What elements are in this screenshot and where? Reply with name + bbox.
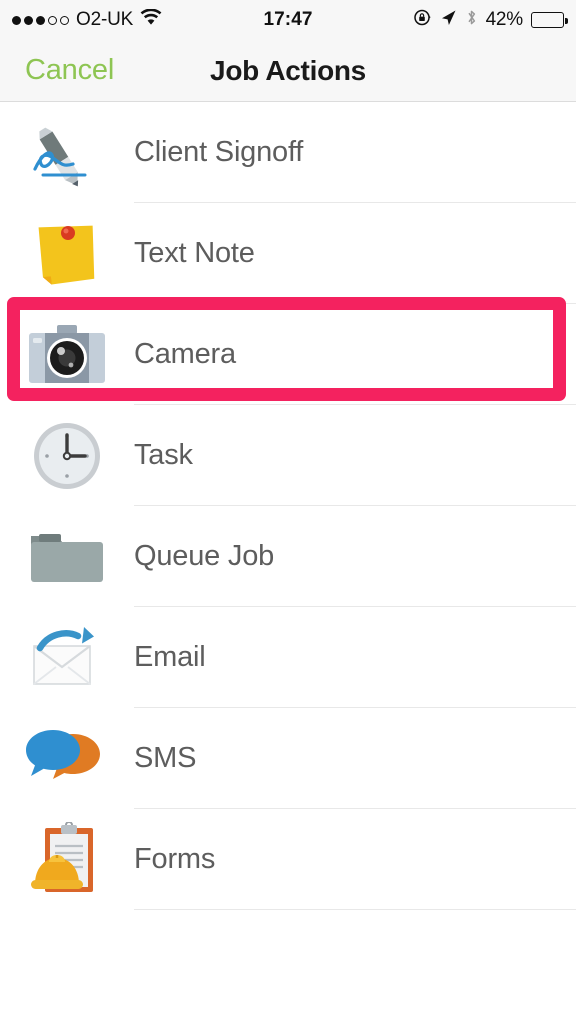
envelope-send-icon [0, 626, 134, 690]
list-item-client-signoff[interactable]: Client Signoff [0, 102, 576, 203]
list-item-label: Text Note [134, 237, 255, 269]
list-item-label: Queue Job [134, 540, 275, 572]
battery-icon [531, 12, 568, 28]
speech-bubbles-icon [0, 728, 134, 790]
clipboard-hardhat-icon [0, 821, 134, 898]
list-item-label: Email [134, 641, 206, 673]
list-item-label: Task [134, 439, 193, 471]
status-bar-clock: 17:47 [263, 9, 313, 30]
camera-icon [0, 323, 134, 387]
status-bar: O2-UK 17:47 42% [0, 0, 576, 40]
list-item-label: Client Signoff [134, 136, 304, 168]
list-item-task[interactable]: Task [0, 405, 576, 506]
pen-signature-icon [0, 117, 134, 189]
list-item-label: Camera [134, 338, 236, 370]
folder-icon [0, 526, 134, 588]
list-item-label: Forms [134, 843, 216, 875]
job-actions-list: Client Signoff Text Note Camera Task Que… [0, 102, 576, 910]
list-item-sms[interactable]: SMS [0, 708, 576, 809]
list-item-text-note[interactable]: Text Note [0, 203, 576, 304]
list-item-label: SMS [134, 742, 197, 774]
list-item-forms[interactable]: Forms [0, 809, 576, 910]
clock-icon [0, 420, 134, 492]
sticky-note-icon [0, 217, 134, 291]
row-separator [134, 909, 576, 910]
navigation-bar: Cancel Job Actions [0, 40, 576, 102]
list-item-email[interactable]: Email [0, 607, 576, 708]
list-item-queue-job[interactable]: Queue Job [0, 506, 576, 607]
cancel-button[interactable]: Cancel [0, 54, 114, 87]
list-item-camera[interactable]: Camera [0, 304, 576, 405]
